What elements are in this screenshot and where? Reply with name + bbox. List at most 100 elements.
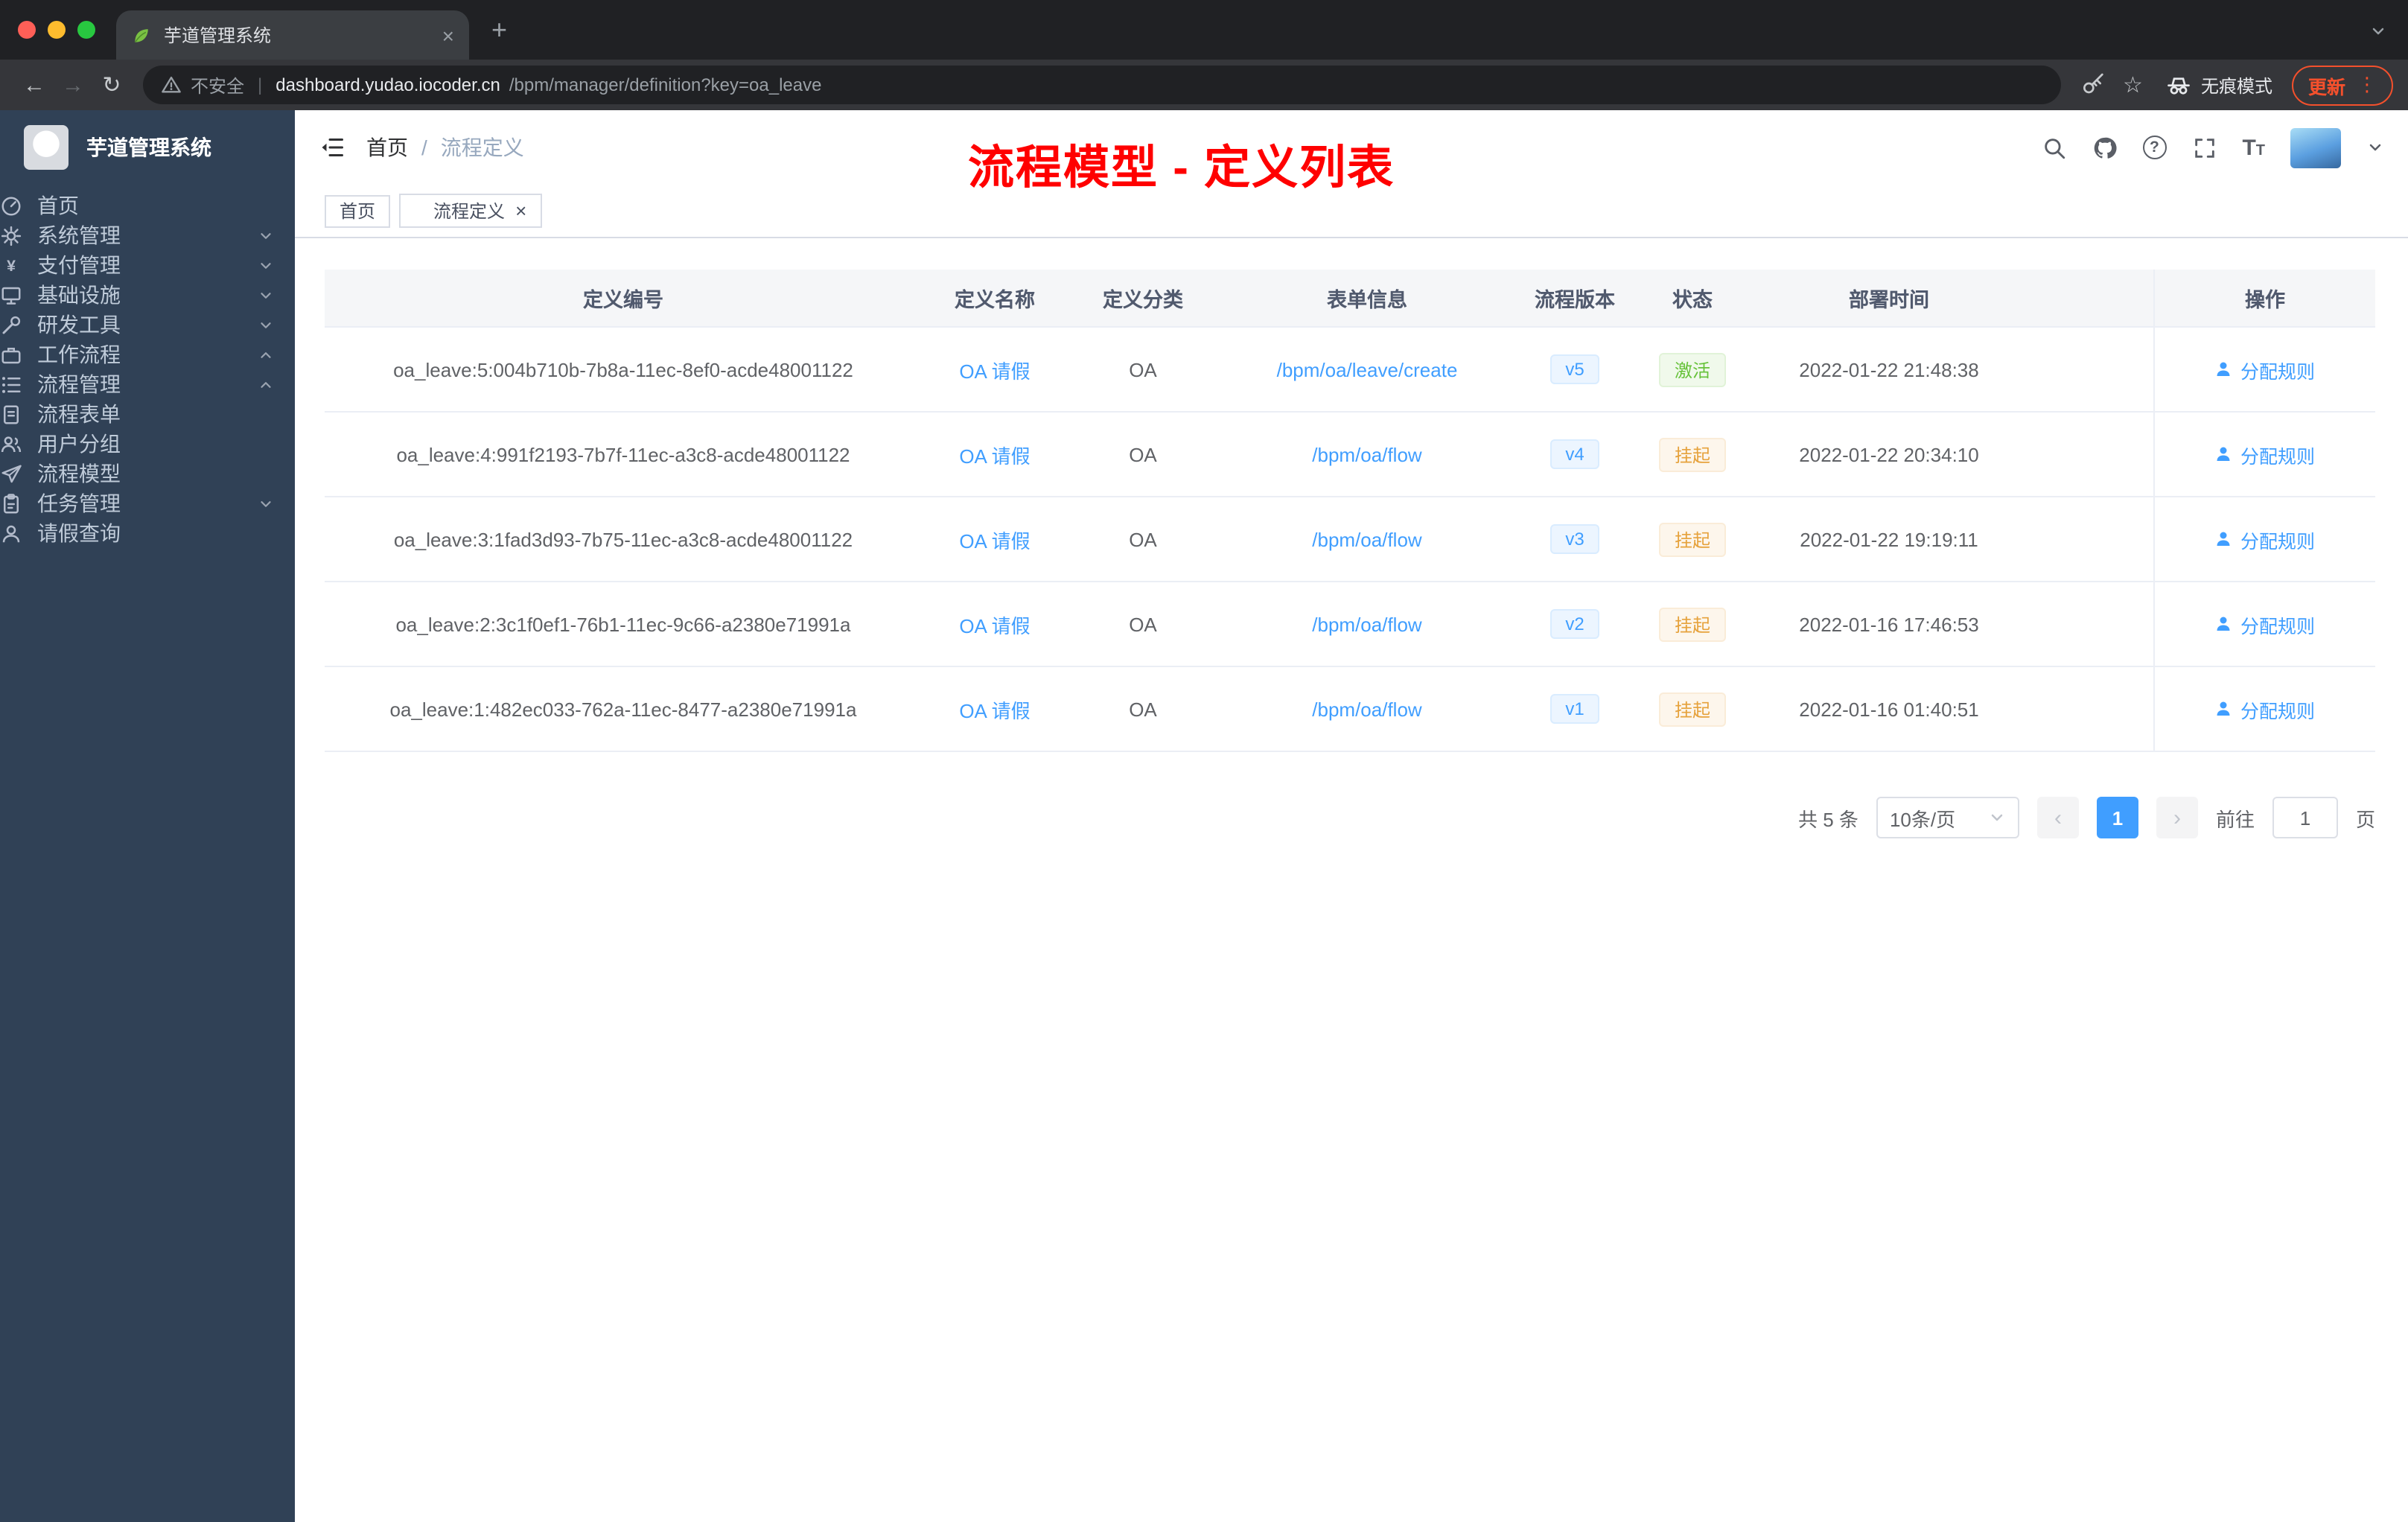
status-badge: 挂起: [1659, 437, 1725, 471]
sidebar-item[interactable]: 用户分组: [0, 429, 295, 459]
chevron-down-icon[interactable]: [2366, 138, 2384, 156]
sidebar-item-label: 流程表单: [37, 402, 121, 426]
prev-page-button[interactable]: ‹: [2036, 797, 2079, 838]
definition-category: OA: [1068, 582, 1218, 667]
github-icon[interactable]: [2092, 135, 2117, 160]
close-tab-icon[interactable]: ×: [442, 25, 454, 45]
close-window-button[interactable]: [18, 21, 36, 39]
menu-dots-icon[interactable]: ⋮: [2357, 73, 2377, 97]
status-badge: 挂起: [1659, 522, 1725, 556]
status-badge: 激活: [1659, 352, 1725, 386]
task-icon: [0, 492, 22, 515]
page-1-button[interactable]: 1: [2096, 797, 2138, 838]
bookmark-star-icon[interactable]: ☆: [2123, 71, 2143, 98]
assign-rule-link[interactable]: 分配规则: [2215, 610, 2315, 638]
sidebar-item[interactable]: 研发工具: [0, 310, 295, 340]
search-icon[interactable]: [2041, 135, 2066, 160]
form-info-link[interactable]: /bpm/oa/flow: [1312, 443, 1421, 465]
forward-button[interactable]: →: [54, 72, 92, 98]
user-avatar[interactable]: [2290, 127, 2341, 168]
assign-rule-link[interactable]: 分配规则: [2215, 440, 2315, 468]
version-badge: v1: [1550, 694, 1599, 724]
sidebar-item[interactable]: 系统管理: [0, 220, 295, 250]
tag[interactable]: 流程定义 ×: [399, 194, 542, 228]
deploy-time: 2022-01-22 21:48:38: [1751, 328, 2027, 413]
definition-id: oa_leave:2:3c1f0ef1-76b1-11ec-9c66-a2380…: [325, 582, 922, 667]
chevron-icon: [258, 495, 274, 512]
next-page-button[interactable]: ›: [2156, 797, 2198, 838]
goto-page-input[interactable]: [2272, 797, 2338, 838]
key-icon[interactable]: [2081, 73, 2105, 97]
reload-button[interactable]: ↻: [92, 71, 131, 98]
definition-name-link[interactable]: OA 请假: [959, 355, 1030, 383]
sidebar-item-label: 用户分组: [37, 432, 121, 456]
help-icon[interactable]: ?: [2142, 136, 2167, 159]
sidebar-item[interactable]: 流程管理: [0, 369, 295, 399]
breadcrumb: 首页 / 流程定义: [366, 133, 524, 162]
deploy-time: 2022-01-16 17:46:53: [1751, 582, 2027, 667]
back-button[interactable]: ←: [15, 72, 54, 98]
deploy-time: 2022-01-22 20:34:10: [1751, 413, 2027, 497]
form-info-link[interactable]: /bpm/oa/leave/create: [1277, 358, 1458, 380]
col-definition-category: 定义分类: [1068, 270, 1218, 328]
sidebar-item[interactable]: 任务管理: [0, 488, 295, 518]
tag[interactable]: 首页: [325, 194, 391, 227]
new-tab-button[interactable]: +: [491, 15, 507, 46]
address-bar[interactable]: 不安全 | dashboard.yudao.iocoder.cn/bpm/man…: [143, 66, 2061, 104]
tag-dot: [414, 205, 427, 217]
form-info-link[interactable]: /bpm/oa/flow: [1312, 528, 1421, 550]
app-logo[interactable]: 芋道管理系统: [0, 110, 295, 185]
row-spacer: [2027, 582, 2153, 667]
col-status: 状态: [1634, 270, 1751, 328]
sidebar-item[interactable]: 支付管理: [0, 250, 295, 280]
sidebar-item[interactable]: 请假查询: [0, 518, 295, 548]
sidebar-item[interactable]: 首页: [0, 191, 295, 220]
definition-category: OA: [1068, 328, 1218, 413]
font-size-icon[interactable]: TT: [2242, 135, 2265, 160]
chevron-icon: [258, 376, 274, 392]
warning-icon: [161, 74, 182, 95]
sidebar-item[interactable]: 基础设施: [0, 280, 295, 310]
update-button[interactable]: 更新 ⋮: [2291, 65, 2393, 105]
favicon-leaf-icon: [131, 25, 152, 45]
table-row: oa_leave:2:3c1f0ef1-76b1-11ec-9c66-a2380…: [325, 582, 2375, 667]
tag-label: 首页: [340, 200, 376, 221]
page-size-select[interactable]: 10条/页: [1876, 797, 2019, 838]
send-icon: [0, 462, 22, 485]
incognito-badge: 无痕模式: [2165, 71, 2272, 98]
zoom-window-button[interactable]: [77, 21, 95, 39]
definition-name-link[interactable]: OA 请假: [959, 525, 1030, 553]
sidebar-item[interactable]: 流程表单: [0, 399, 295, 429]
form-info-link[interactable]: /bpm/oa/flow: [1312, 613, 1421, 635]
assign-rule-label: 分配规则: [2240, 361, 2315, 382]
yen-icon: [0, 254, 22, 276]
sidebar-item[interactable]: 流程模型: [0, 459, 295, 488]
tab-search-chevron-icon[interactable]: [2369, 22, 2387, 40]
minimize-window-button[interactable]: [48, 21, 66, 39]
col-actions: 操作: [2153, 270, 2375, 328]
assign-rule-link[interactable]: 分配规则: [2215, 355, 2315, 383]
definition-name-link[interactable]: OA 请假: [959, 440, 1030, 468]
app-frame: 芋道管理系统 首页 系统管理 支付管理 基础设施 研发工具 工作流程 流程管理 …: [0, 110, 2408, 1522]
assign-rule-label: 分配规则: [2240, 701, 2315, 722]
sidebar-item-label: 基础设施: [37, 283, 121, 307]
definition-category: OA: [1068, 667, 1218, 752]
form-info-link[interactable]: /bpm/oa/flow: [1312, 698, 1421, 720]
screen: 芋道管理系统 × + ← → ↻ 不安全 | dashboard.yudao.i…: [0, 0, 2408, 1522]
user-icon: [2215, 615, 2233, 633]
sidebar-item[interactable]: 工作流程: [0, 340, 295, 369]
definition-id: oa_leave:4:991f2193-7b7f-11ec-a3c8-acde4…: [325, 413, 922, 497]
browser-tab[interactable]: 芋道管理系统 ×: [116, 10, 469, 60]
fullscreen-icon[interactable]: [2191, 135, 2217, 160]
definition-name-link[interactable]: OA 请假: [959, 695, 1030, 723]
breadcrumb-home[interactable]: 首页: [366, 133, 408, 162]
monitor-icon: [0, 284, 22, 306]
sidebar-toggle-icon[interactable]: [319, 134, 345, 161]
user-icon: [2215, 360, 2233, 378]
security-label: 不安全: [191, 75, 245, 96]
close-icon[interactable]: ×: [515, 201, 526, 220]
assign-rule-link[interactable]: 分配规则: [2215, 695, 2315, 723]
assign-rule-link[interactable]: 分配规则: [2215, 525, 2315, 553]
sidebar-item-label: 支付管理: [37, 253, 121, 277]
definition-name-link[interactable]: OA 请假: [959, 610, 1030, 638]
